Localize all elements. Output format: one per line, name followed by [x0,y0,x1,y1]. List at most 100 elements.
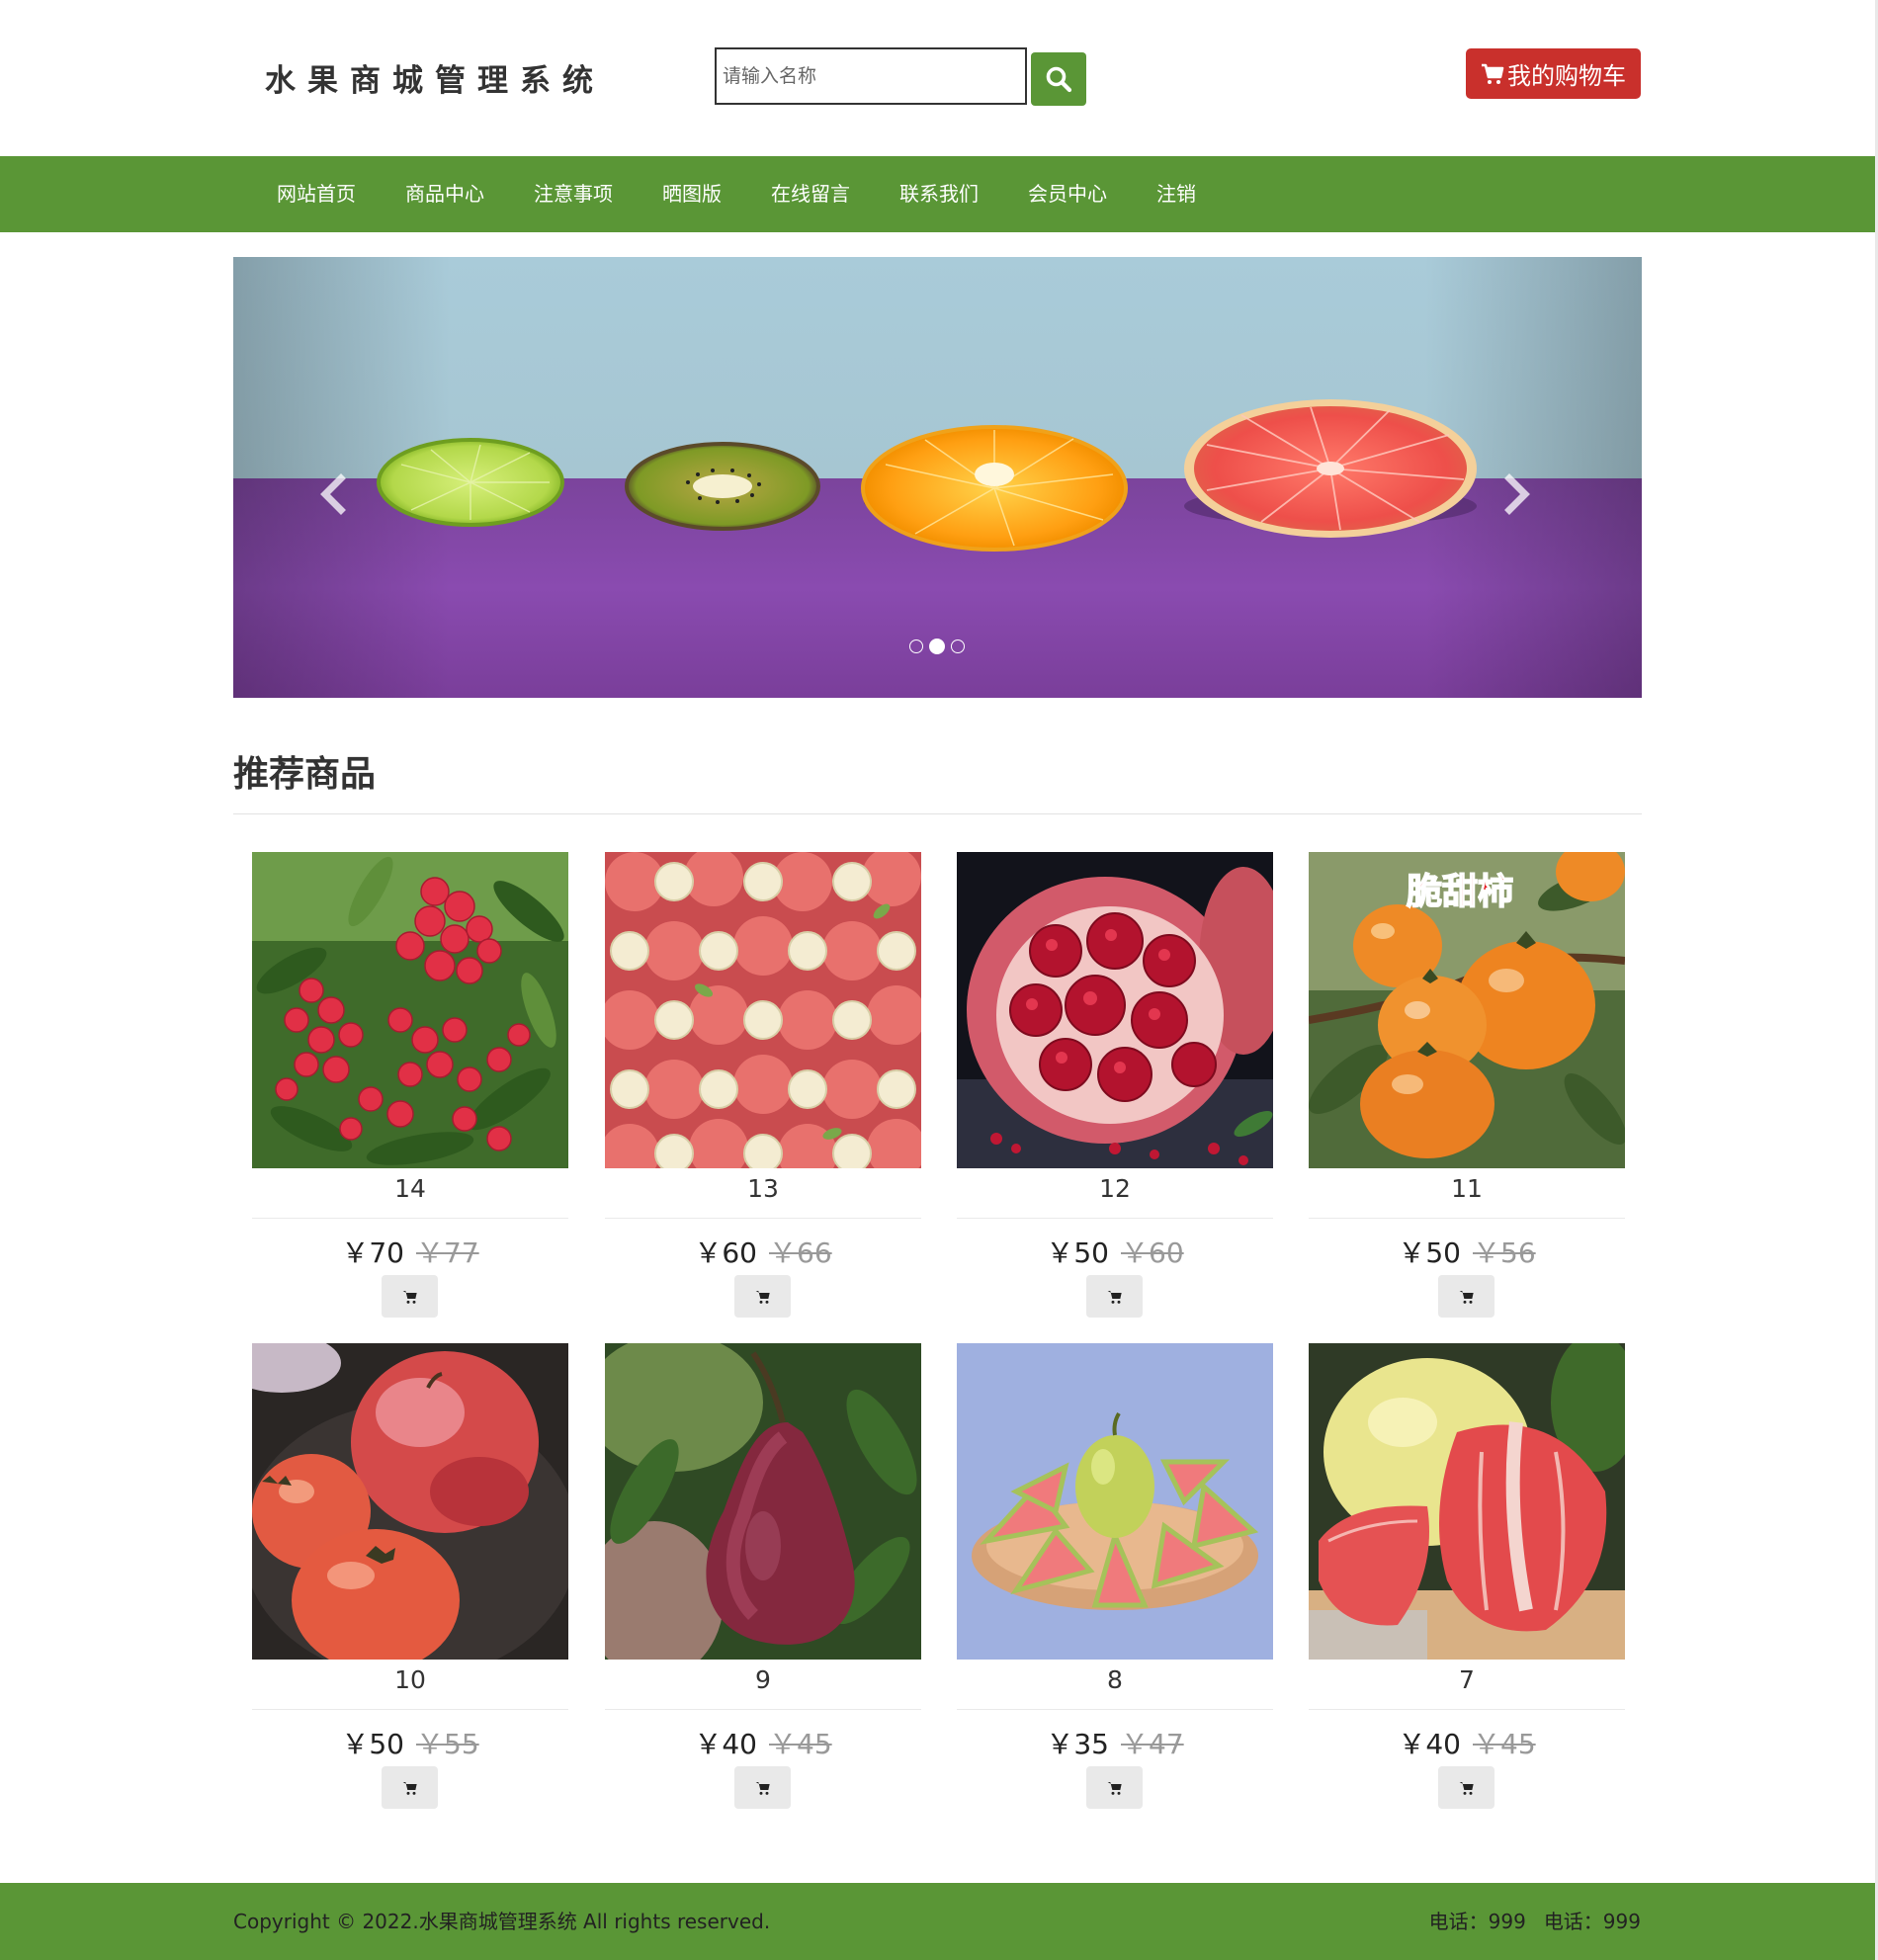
currency-symbol: ￥ [694,1236,723,1269]
product-name: 9 [755,1665,771,1694]
product-card: 10 ￥50 ￥55 [252,1343,568,1813]
site-header: 水果商城管理系统 我的购物车 [0,0,1875,156]
add-to-cart-button[interactable] [1438,1766,1494,1809]
my-cart-label: 我的购物车 [1507,62,1626,90]
product-original-price: ￥77 [416,1236,479,1269]
shopping-cart-icon [402,1290,417,1304]
shopping-cart-icon [1107,1290,1122,1304]
add-to-cart-button[interactable] [1086,1766,1143,1809]
contact-info: 电话：999 电话：999 [1429,1883,1641,1960]
card-divider [252,1218,568,1219]
product-image[interactable] [252,852,568,1168]
carousel-indicator-3[interactable] [951,639,965,653]
persimmon-caption: 脆甜柿 [1407,871,1513,912]
product-prices: ￥50 ￥60 [957,1232,1273,1271]
product-name: 8 [1107,1665,1123,1694]
carousel-prev-button[interactable] [307,455,357,534]
currency-symbol: ￥ [769,1728,798,1760]
persimmon-image: 脆甜柿 [1309,852,1625,1168]
nav-item-contact[interactable]: 联系我们 [899,156,979,232]
currency-symbol: ￥ [769,1236,798,1269]
product-prices: ￥50 ￥55 [252,1723,568,1762]
product-image[interactable]: 脆甜柿 [1309,852,1625,1168]
copyright-text: Copyright © 2022.水果商城管理系统 All rights res… [233,1910,771,1933]
product-image[interactable] [957,1343,1273,1660]
currency-symbol: ￥ [694,1728,723,1760]
nav-item-photo-board[interactable]: 晒图版 [662,156,722,232]
shopping-cart-icon [402,1781,417,1795]
product-card: 13 ￥60 ￥66 [605,852,921,1321]
old-price-value: 45 [797,1728,832,1760]
product-card: 8 ￥35 ￥47 [957,1343,1273,1813]
product-name: 7 [1459,1665,1475,1694]
currency-symbol: ￥ [1121,1236,1150,1269]
product-image[interactable] [252,1343,568,1660]
currency-symbol: ￥ [416,1728,445,1760]
nav-item-messages[interactable]: 在线留言 [771,156,850,232]
banner-carousel [233,257,1642,698]
product-price: ￥40 [694,1728,757,1760]
carousel-indicators [909,639,965,654]
card-divider [1309,1709,1625,1710]
product-card: 7 ￥40 ￥45 [1309,1343,1625,1813]
product-prices: ￥35 ￥47 [957,1723,1273,1762]
product-image[interactable] [1309,1343,1625,1660]
product-original-price: ￥47 [1121,1728,1184,1760]
add-to-cart-button[interactable] [734,1275,791,1318]
currency-symbol: ￥ [416,1236,445,1269]
chevron-left-icon [320,473,346,515]
nav-item-home[interactable]: 网站首页 [277,156,356,232]
lychee-image [252,852,568,1168]
add-to-cart-button[interactable] [1086,1275,1143,1318]
product-prices: ￥60 ￥66 [605,1232,921,1271]
shopping-cart-icon [1107,1781,1122,1795]
price-value: 50 [369,1728,404,1760]
price-value: 35 [1073,1728,1109,1760]
card-divider [605,1218,921,1219]
search-button[interactable] [1031,52,1086,106]
carousel-next-button[interactable] [1494,455,1543,534]
my-cart-button[interactable]: 我的购物车 [1466,48,1641,99]
currency-symbol: ￥ [1046,1728,1074,1760]
product-price: ￥50 [1046,1236,1109,1269]
card-divider [1309,1218,1625,1219]
phone-text: 电话：999 [1428,1910,1526,1933]
product-name: 10 [394,1665,426,1694]
product-original-price: ￥56 [1473,1236,1536,1269]
product-price: ￥60 [694,1236,757,1269]
section-divider [233,813,1642,814]
carousel-indicator-1[interactable] [909,639,923,653]
carousel-indicator-2[interactable] [929,639,945,654]
product-prices: ￥70 ￥77 [252,1232,568,1271]
guava-image [957,1343,1273,1660]
price-value: 60 [722,1236,757,1269]
shopping-cart-icon [755,1290,770,1304]
nav-item-member-center[interactable]: 会员中心 [1028,156,1107,232]
add-to-cart-button[interactable] [1438,1275,1494,1318]
nav-item-products[interactable]: 商品中心 [405,156,484,232]
product-name: 11 [1451,1174,1483,1203]
strawberry-tart-image [605,852,921,1168]
add-to-cart-button[interactable] [734,1766,791,1809]
currency-symbol: ￥ [1121,1728,1150,1760]
product-price: ￥35 [1046,1728,1109,1760]
currency-symbol: ￥ [341,1236,370,1269]
product-image[interactable] [605,1343,921,1660]
shopping-cart-icon [755,1781,770,1795]
product-image[interactable] [957,852,1273,1168]
product-price: ￥40 [1398,1728,1461,1760]
search-input[interactable] [715,47,1027,105]
price-value: 40 [722,1728,757,1760]
product-name: 13 [747,1174,779,1203]
old-price-value: 66 [797,1236,832,1269]
product-prices: ￥50 ￥56 [1309,1232,1625,1271]
currency-symbol: ￥ [1473,1728,1501,1760]
nav-item-notices[interactable]: 注意事项 [534,156,613,232]
chevron-right-icon [1504,473,1530,515]
add-to-cart-button[interactable] [382,1766,438,1809]
product-price: ￥50 [341,1728,404,1760]
old-price-value: 60 [1149,1236,1184,1269]
add-to-cart-button[interactable] [382,1275,438,1318]
nav-item-logout[interactable]: 注销 [1156,156,1196,232]
product-image[interactable] [605,852,921,1168]
